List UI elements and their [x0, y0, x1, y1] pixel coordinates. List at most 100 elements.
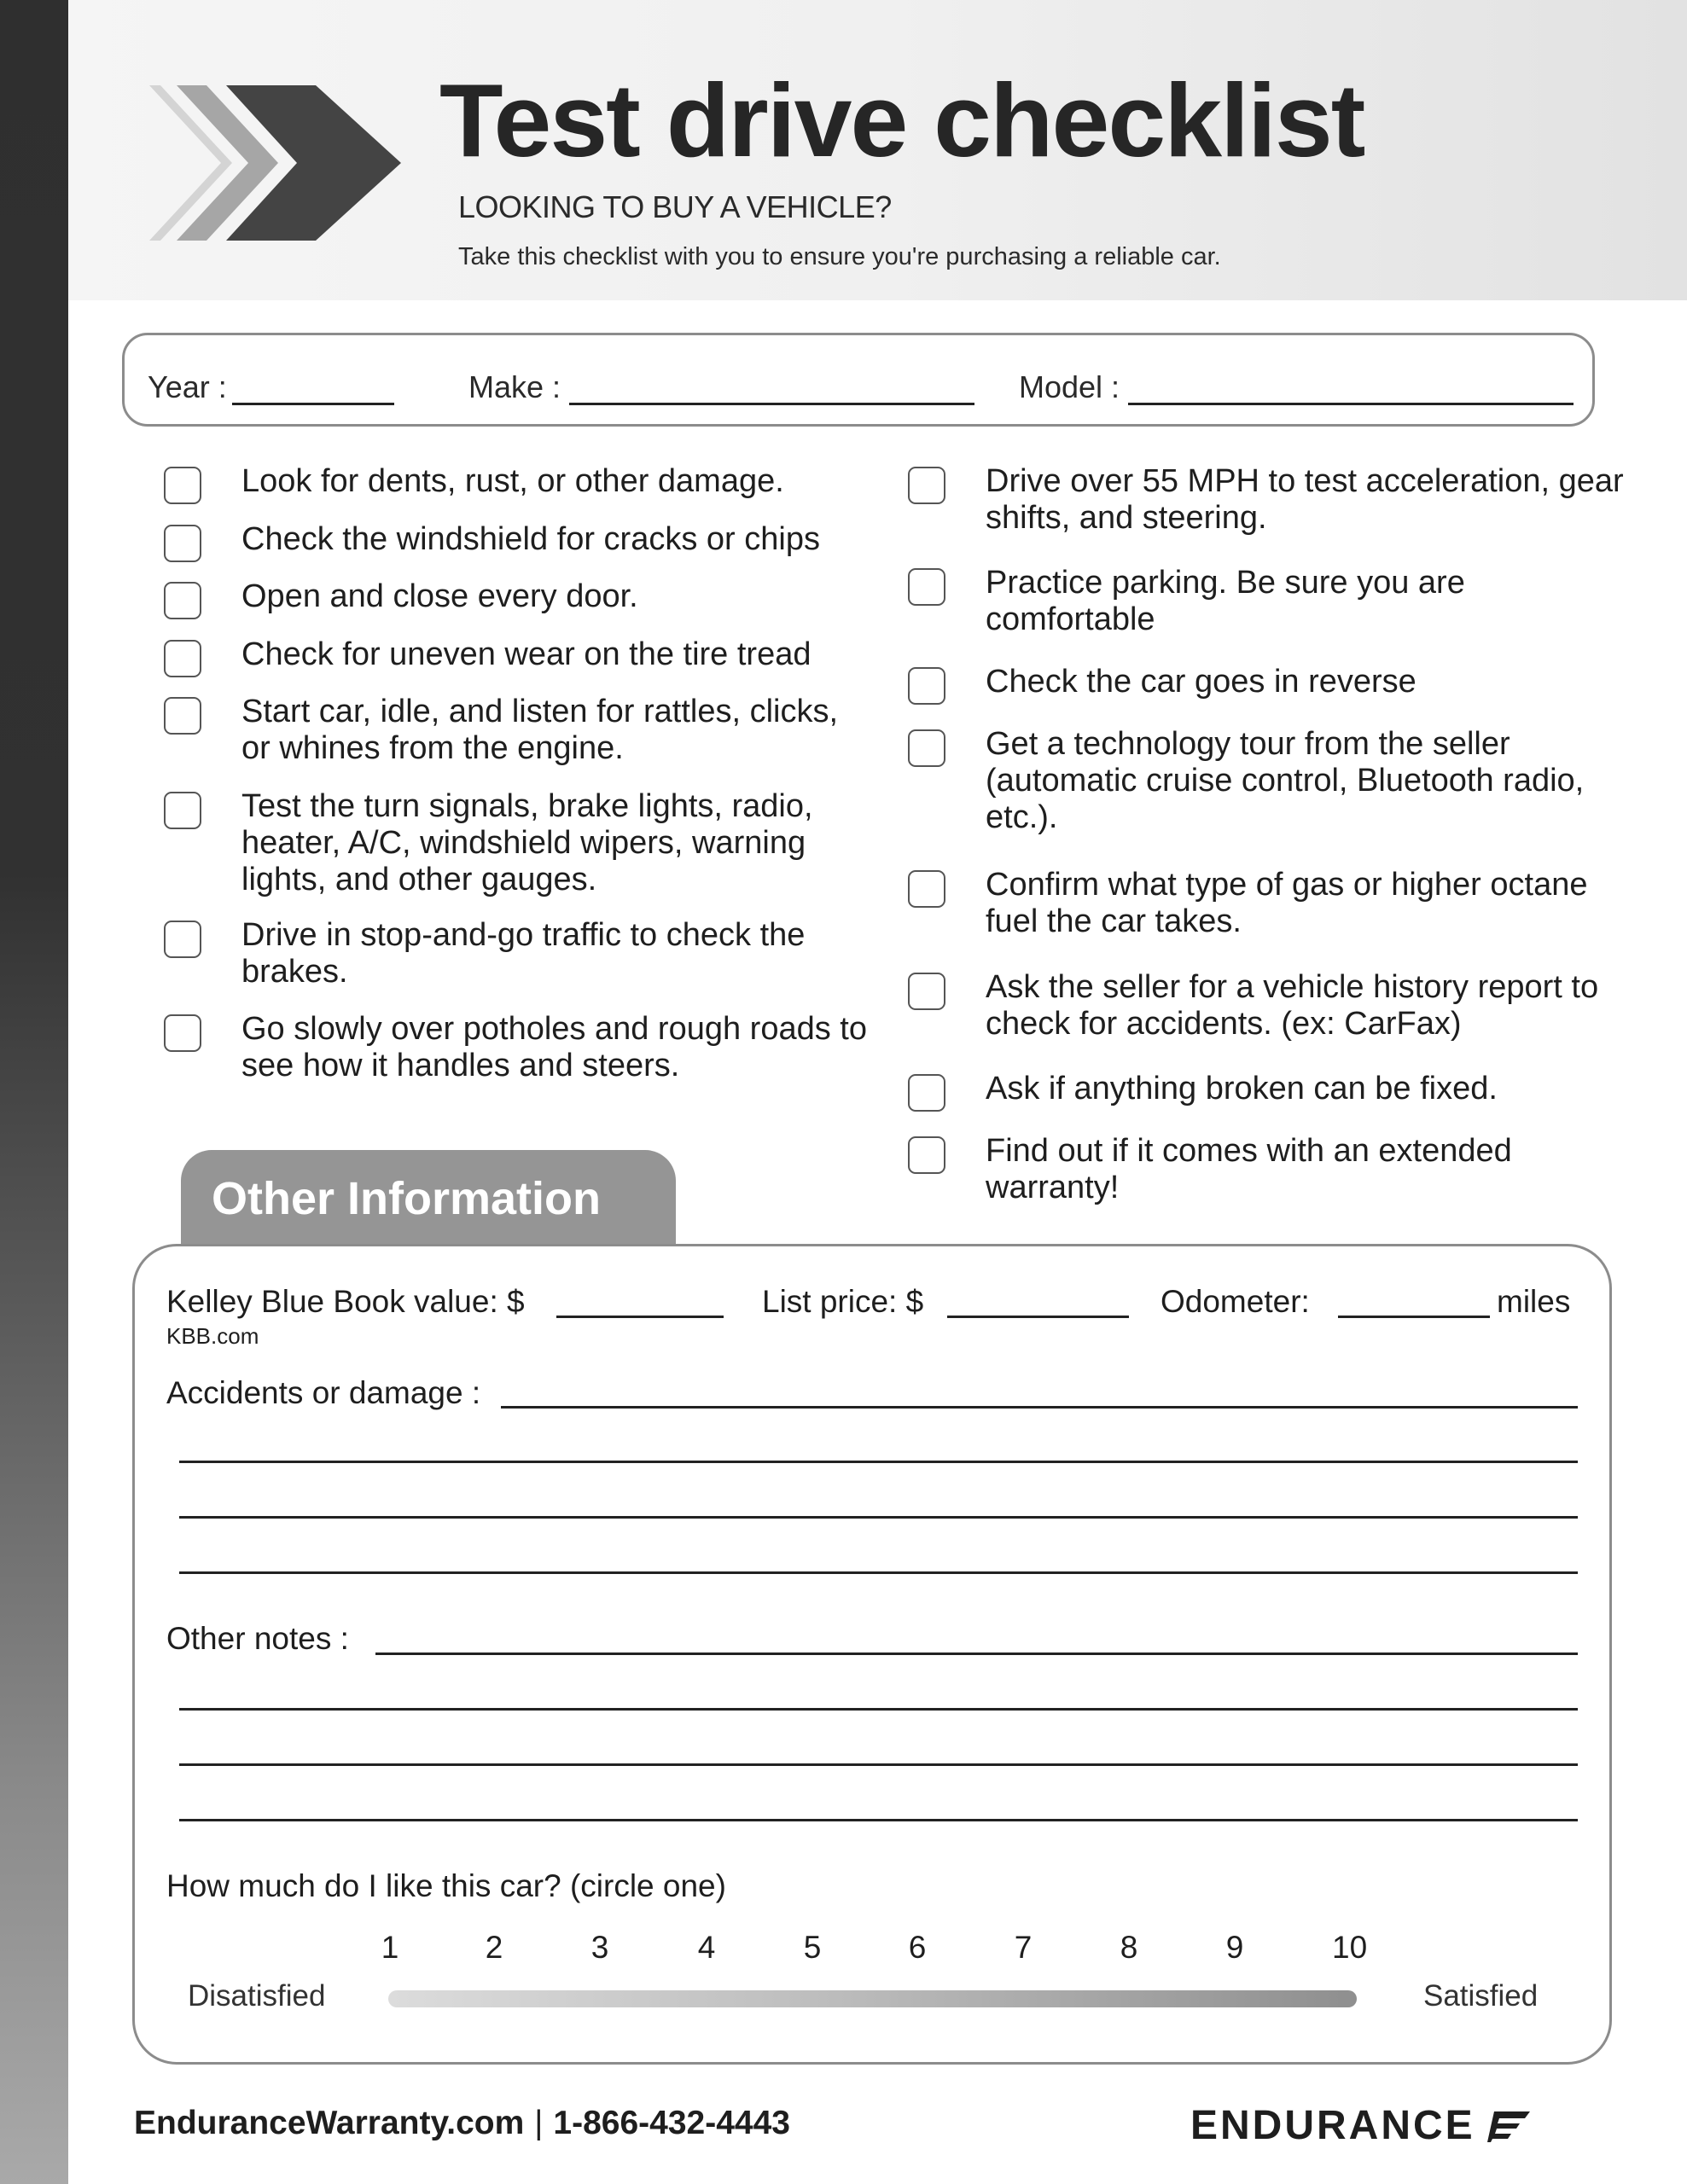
- endurance-logo: ENDURANCE: [1190, 2102, 1530, 2149]
- checklist-item[interactable]: Practice parking. Be sure you are comfor…: [908, 565, 1522, 638]
- make-label: Make :: [468, 369, 561, 404]
- checklist-item-text: Drive over 55 MPH to test acceleration, …: [986, 463, 1624, 536]
- endurance-wing-icon: [1486, 2111, 1530, 2142]
- rating-option-2[interactable]: 2: [477, 1930, 511, 1966]
- chevron-arrows-icon: [149, 85, 401, 241]
- checkbox[interactable]: [164, 1014, 201, 1052]
- other-notes-input-line-3[interactable]: [179, 1763, 1578, 1766]
- rating-option-4[interactable]: 4: [689, 1930, 724, 1966]
- year-label: Year :: [148, 369, 227, 404]
- checkbox[interactable]: [908, 973, 945, 1010]
- other-information-tab: Other Information: [181, 1150, 676, 1246]
- checkbox[interactable]: [164, 525, 201, 562]
- odometer-label: Odometer:: [1161, 1284, 1310, 1319]
- other-notes-input-line-1[interactable]: [375, 1653, 1578, 1655]
- page-subtitle: LOOKING TO BUY A VEHICLE?: [458, 189, 892, 224]
- accidents-input-line-2[interactable]: [179, 1461, 1578, 1463]
- checklist-item-text: Go slowly over potholes and rough roads …: [241, 1011, 867, 1083]
- make-input[interactable]: [569, 374, 975, 405]
- checkbox[interactable]: [908, 1074, 945, 1112]
- checklist-item[interactable]: Check the windshield for cracks or chips: [164, 521, 872, 562]
- rating-option-6[interactable]: 6: [900, 1930, 934, 1966]
- year-input[interactable]: [231, 374, 394, 405]
- odometer-input[interactable]: [1338, 1316, 1490, 1318]
- checkbox[interactable]: [164, 792, 201, 829]
- rating-option-1[interactable]: 1: [373, 1930, 407, 1966]
- checklist-item-text: Look for dents, rust, or other damage.: [241, 463, 784, 499]
- rating-option-3[interactable]: 3: [583, 1930, 617, 1966]
- page-title: Test drive checklist: [439, 62, 1365, 178]
- rating-option-5[interactable]: 5: [795, 1930, 829, 1966]
- accidents-input-line-4[interactable]: [179, 1571, 1578, 1574]
- checklist-item-text: Practice parking. Be sure you are comfor…: [986, 565, 1465, 637]
- footer-website[interactable]: EnduranceWarranty.com: [134, 2105, 524, 2141]
- brand-name: ENDURANCE: [1190, 2103, 1475, 2148]
- checkbox[interactable]: [164, 582, 201, 619]
- checklist-item-text: Confirm what type of gas or higher octan…: [986, 867, 1588, 939]
- checklist-item-text: Drive in stop-and-go traffic to check th…: [241, 917, 806, 990]
- checklist-item[interactable]: Ask if anything broken can be fixed.: [908, 1071, 1642, 1112]
- checklist-item[interactable]: Check for uneven wear on the tire tread: [164, 636, 872, 677]
- decorative-sidebar: [0, 0, 68, 2184]
- checklist-item[interactable]: Check the car goes in reverse: [908, 664, 1633, 705]
- rating-question: How much do I like this car? (circle one…: [166, 1868, 726, 1903]
- kbb-value-input[interactable]: [556, 1316, 724, 1318]
- model-input[interactable]: [1128, 374, 1574, 405]
- vehicle-info-box: Year : Make : Model :: [122, 333, 1595, 427]
- checklist-item-text: Get a technology tour from the seller (a…: [986, 726, 1585, 835]
- rating-option-9[interactable]: 9: [1218, 1930, 1252, 1966]
- checklist-item-text: Test the turn signals, brake lights, rad…: [241, 788, 813, 897]
- kbb-label: Kelley Blue Book value: $: [166, 1284, 525, 1319]
- checklist-item[interactable]: Look for dents, rust, or other damage.: [164, 463, 872, 504]
- checklist-item-text: Ask the seller for a vehicle history rep…: [986, 969, 1599, 1042]
- checklist-item[interactable]: Find out if it comes with an extended wa…: [908, 1133, 1522, 1206]
- rating-gradient-bar: [388, 1990, 1357, 2007]
- accidents-input-line-3[interactable]: [179, 1516, 1578, 1519]
- checkbox[interactable]: [908, 729, 945, 767]
- checklist-item[interactable]: Confirm what type of gas or higher octan…: [908, 867, 1642, 940]
- checklist-item-text: Open and close every door.: [241, 578, 638, 614]
- checkbox[interactable]: [164, 921, 201, 958]
- checklist-item[interactable]: Drive in stop-and-go traffic to check th…: [164, 917, 864, 990]
- checklist-item[interactable]: Go slowly over potholes and rough roads …: [164, 1011, 872, 1084]
- footer-phone[interactable]: 1-866-432-4443: [553, 2105, 790, 2141]
- rating-option-8[interactable]: 8: [1112, 1930, 1146, 1966]
- rating-option-10[interactable]: 10: [1332, 1930, 1367, 1966]
- checkbox[interactable]: [164, 640, 201, 677]
- checkbox[interactable]: [908, 1136, 945, 1174]
- other-notes-input-line-2[interactable]: [179, 1708, 1578, 1711]
- checkbox[interactable]: [164, 467, 201, 504]
- checklist-item[interactable]: Drive over 55 MPH to test acceleration, …: [908, 463, 1633, 537]
- year-field: Year :: [148, 369, 394, 405]
- model-label: Model :: [1019, 369, 1120, 404]
- checkbox[interactable]: [164, 697, 201, 735]
- checklist-item-text: Check for uneven wear on the tire tread: [241, 636, 812, 672]
- checklist-item[interactable]: Start car, idle, and listen for rattles,…: [164, 694, 846, 767]
- other-notes-label: Other notes :: [166, 1621, 349, 1656]
- other-information-heading: Other Information: [212, 1173, 601, 1224]
- checklist-item[interactable]: Test the turn signals, brake lights, rad…: [164, 788, 864, 898]
- checklist-item-text: Start car, idle, and listen for rattles,…: [241, 694, 839, 766]
- checklist-item-text: Find out if it comes with an extended wa…: [986, 1133, 1512, 1205]
- rating-option-7[interactable]: 7: [1006, 1930, 1040, 1966]
- checklist-item-text: Check the windshield for cracks or chips: [241, 521, 820, 557]
- checkbox[interactable]: [908, 667, 945, 705]
- checkbox[interactable]: [908, 568, 945, 606]
- page-tagline: Take this checklist with you to ensure y…: [458, 243, 1221, 270]
- checklist-item-text: Ask if anything broken can be fixed.: [986, 1071, 1498, 1107]
- footer-separator: |: [534, 2105, 544, 2141]
- accidents-input-line-1[interactable]: [501, 1406, 1578, 1409]
- checklist-item[interactable]: Ask the seller for a vehicle history rep…: [908, 969, 1642, 1043]
- checklist-item[interactable]: Get a technology tour from the seller (a…: [908, 726, 1642, 836]
- make-field: Make :: [468, 369, 975, 405]
- odometer-unit: miles: [1497, 1284, 1571, 1319]
- checkbox[interactable]: [908, 870, 945, 908]
- kbb-source: KBB.com: [166, 1323, 259, 1349]
- rating-high-label: Satisfied: [1423, 1979, 1539, 2013]
- checklist-item[interactable]: Open and close every door.: [164, 578, 872, 619]
- other-notes-input-line-4[interactable]: [179, 1819, 1578, 1821]
- footer-contact: EnduranceWarranty.com | 1-866-432-4443: [134, 2105, 790, 2142]
- checkbox[interactable]: [908, 467, 945, 504]
- list-price-input[interactable]: [947, 1316, 1129, 1318]
- accidents-label: Accidents or damage :: [166, 1375, 481, 1410]
